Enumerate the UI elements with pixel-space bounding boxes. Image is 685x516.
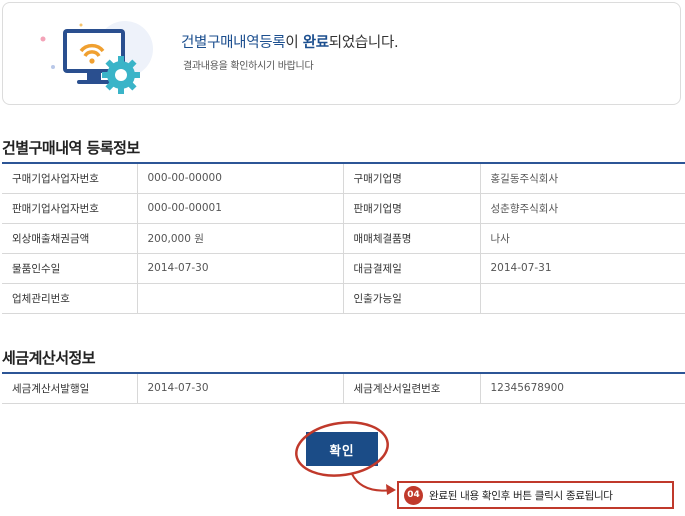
table-row: 구매기업사업자번호 000-00-00000 구매기업명 홍길동주식회사: [2, 163, 685, 194]
completion-banner: 건별구매내역등록이 완료되었습니다. 결과내용을 확인하시기 바랍니다: [2, 2, 681, 105]
field-value: 홍길동주식회사: [480, 163, 685, 194]
table-row: 물품인수일 2014-07-30 대금결제일 2014-07-31: [2, 253, 685, 284]
banner-subtitle: 결과내용을 확인하시기 바랍니다: [183, 61, 314, 72]
field-value: 2014-07-31: [480, 253, 685, 284]
field-value: 000-00-00001: [137, 193, 344, 224]
confirm-button[interactable]: 확인: [306, 432, 378, 466]
field-label: 구매기업사업자번호: [2, 163, 138, 194]
callout-arrowhead: [386, 484, 396, 495]
field-label: 세금계산서발행일: [2, 373, 138, 404]
table-row: 업체관리번호 인출가능일: [2, 283, 685, 314]
field-label: 세금계산서일련번호: [343, 373, 481, 404]
field-value: [137, 283, 344, 314]
callout-arrow-line: [351, 473, 395, 492]
table-row: 외상매출채권금액 200,000 원 매매체결품명 나사: [2, 223, 685, 254]
banner-title-status: 완료: [302, 35, 329, 51]
table-row: 판매기업사업자번호 000-00-00001 판매기업명 성춘향주식회사: [2, 193, 685, 224]
purchase-info-table: 구매기업사업자번호 000-00-00000 구매기업명 홍길동주식회사 판매기업사업자…: [2, 162, 685, 314]
field-label: 대금결제일: [343, 253, 481, 284]
callout-text: 완료된 내용 확인후 버튼 클릭시 종료됩니다: [429, 489, 613, 502]
banner-title: 건별구매내역등록이 완료되었습니다.: [181, 35, 399, 51]
field-label: 업체관리번호: [2, 283, 138, 314]
field-value: 200,000 원: [137, 223, 344, 254]
callout-box: 04 완료된 내용 확인후 버튼 클릭시 종료됩니다: [397, 481, 674, 509]
purchase-info-title: 건별구매내역 등록정보: [2, 139, 140, 157]
table-row: 세금계산서발행일 2014-07-30 세금계산서일련번호 12345678900: [2, 373, 685, 404]
field-value: 2014-07-30: [137, 373, 344, 404]
field-value: 2014-07-30: [137, 253, 344, 284]
step-badge: 04: [404, 485, 423, 505]
monitor-settings-icon: [40, 21, 153, 94]
field-value: 성춘향주식회사: [480, 193, 685, 224]
field-label: 매매체결품명: [343, 223, 481, 254]
field-label: 물품인수일: [2, 253, 138, 284]
banner-title-subject: 건별구매내역등록: [181, 35, 286, 51]
field-value: [480, 283, 685, 314]
tax-invoice-title: 세금계산서정보: [2, 349, 96, 367]
field-value: 12345678900: [480, 373, 685, 404]
field-label: 외상매출채권금액: [2, 223, 138, 254]
field-value: 000-00-00000: [137, 163, 344, 194]
field-label: 인출가능일: [343, 283, 481, 314]
field-value: 나사: [480, 223, 685, 254]
field-label: 판매기업명: [343, 193, 481, 224]
tax-invoice-table: 세금계산서발행일 2014-07-30 세금계산서일련번호 12345678900: [2, 372, 685, 404]
field-label: 구매기업명: [343, 163, 481, 194]
field-label: 판매기업사업자번호: [2, 193, 138, 224]
